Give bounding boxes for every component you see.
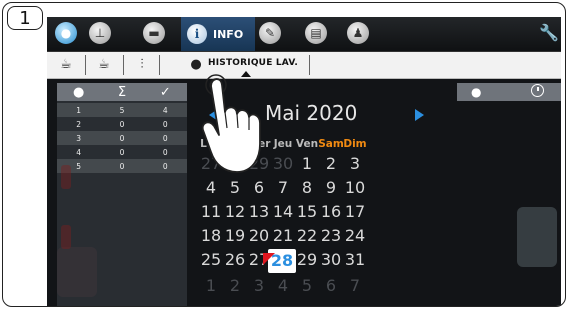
cup-icon[interactable]: ☕	[55, 55, 77, 73]
divider	[123, 55, 124, 75]
table-row[interactable]: 3 0 0	[57, 131, 187, 145]
row-total: 0	[119, 119, 125, 129]
cup-drip-icon[interactable]: ☕	[93, 55, 115, 73]
top-navigation-bar: ● ⊥ ▬ i INFO ✎ ▤ ♟ 🔧	[47, 17, 561, 52]
clock-icon[interactable]	[531, 84, 544, 97]
calendar-month-title: Mai 2020	[265, 101, 358, 125]
table-row[interactable]: 2 0 0	[57, 117, 187, 131]
step-number-badge: 1	[7, 6, 43, 30]
calendar-day[interactable]: 3	[340, 153, 370, 175]
divider	[309, 55, 310, 75]
info-icon: i	[187, 24, 207, 44]
wrench-icon[interactable]: 🔧	[539, 23, 559, 42]
row-index: 3	[76, 133, 82, 143]
row-completed: 0	[162, 119, 168, 129]
row-total: 0	[119, 133, 125, 143]
wash-stats-header: ● Σ ✓	[57, 83, 187, 101]
row-total: 0	[119, 161, 125, 171]
divider	[159, 55, 160, 75]
sub-navigation-bar: ☕ ☕ ⫶ ● HISTORIQUE LAV.	[47, 52, 561, 79]
total-header-icon: Σ	[117, 84, 127, 100]
instruction-frame: 1 ● ⊥ ▬ i INFO ✎ ▤ ♟ 🔧 ☕ ☕ ⫶ ● HISTORIQU…	[2, 2, 566, 307]
calendar-day[interactable]: 7	[340, 275, 370, 297]
water-drop-icon[interactable]: ●	[471, 85, 481, 99]
machine-icon[interactable]: ▬	[143, 22, 165, 44]
pencil-icon[interactable]: ✎	[259, 22, 281, 44]
red-marker-icon	[263, 253, 275, 265]
calendar-day[interactable]: 31	[340, 249, 370, 271]
dispense-icon[interactable]: ⊥	[89, 22, 111, 44]
background-blur	[61, 165, 71, 189]
table-row[interactable]: 5 0 0	[57, 159, 187, 173]
row-completed: 0	[162, 133, 168, 143]
row-index: 1	[76, 105, 82, 115]
row-index: 2	[76, 119, 82, 129]
table-row[interactable]: 1 5 4	[57, 103, 187, 117]
sliders-icon[interactable]: ⫶	[131, 55, 153, 73]
row-completed: 0	[162, 147, 168, 157]
pointing-hand-icon	[201, 74, 261, 173]
calendar-day[interactable]: 17	[340, 201, 370, 223]
calendar-day[interactable]: 10	[340, 177, 370, 199]
device-screen: ● ⊥ ▬ i INFO ✎ ▤ ♟ 🔧 ☕ ☕ ⫶ ● HISTORIQUE …	[47, 17, 561, 306]
row-total: 0	[119, 147, 125, 157]
checkmark-header-icon: ✓	[159, 84, 171, 100]
row-index: 4	[76, 147, 82, 157]
row-completed: 0	[162, 161, 168, 171]
divider	[85, 55, 86, 75]
water-drop-icon[interactable]: ●	[55, 22, 77, 44]
calendar-day[interactable]: 24	[340, 225, 370, 247]
table-row[interactable]: 4 0 0	[57, 145, 187, 159]
tab-info[interactable]: i INFO	[181, 17, 255, 51]
row-completed: 4	[162, 105, 168, 115]
next-month-arrow-icon[interactable]	[415, 109, 424, 121]
background-blur	[517, 207, 557, 267]
weekday-label: Dim	[343, 138, 367, 150]
row-total: 5	[119, 105, 125, 115]
screen-icon[interactable]: ▤	[305, 22, 327, 44]
drop-header-icon: ●	[72, 84, 85, 100]
tab-info-label: INFO	[213, 27, 244, 41]
background-blur	[61, 225, 71, 249]
user-icon[interactable]: ♟	[347, 22, 369, 44]
